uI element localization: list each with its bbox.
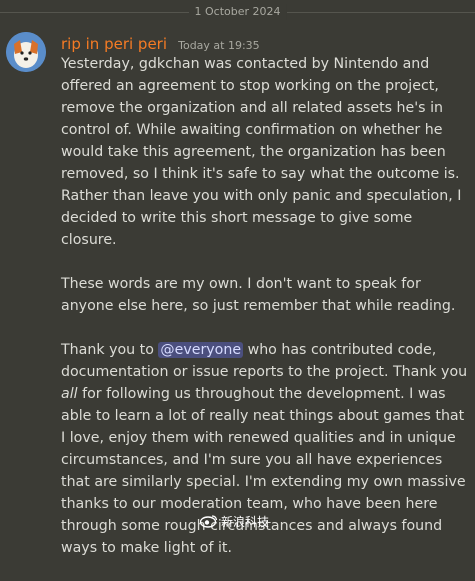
- watermark-text: 新浪科技: [221, 515, 270, 529]
- date-label: 1 October 2024: [188, 4, 287, 20]
- paragraph-3-text-a: Thank you to: [61, 342, 159, 358]
- watermark: 新浪科技: [200, 514, 269, 530]
- weibo-eye-icon: [200, 515, 218, 528]
- emphasis-all: all: [61, 386, 78, 402]
- user-avatar[interactable]: [6, 32, 46, 72]
- everyone-mention[interactable]: @everyone: [158, 342, 244, 358]
- dog-avatar-icon: [6, 32, 46, 72]
- username[interactable]: rip in peri peri: [61, 35, 167, 53]
- paragraph-2: These words are my own. I don't want to …: [61, 276, 456, 314]
- timestamp[interactable]: Today at 19:35: [178, 39, 260, 52]
- paragraph-3-text-c: for following us throughout the developm…: [61, 386, 466, 556]
- paragraph-1: Yesterday, gdkchan was contacted by Nint…: [61, 56, 462, 248]
- message-header: rip in peri peri Today at 19:35: [61, 34, 260, 53]
- message-content: Yesterday, gdkchan was contacted by Nint…: [61, 53, 469, 581]
